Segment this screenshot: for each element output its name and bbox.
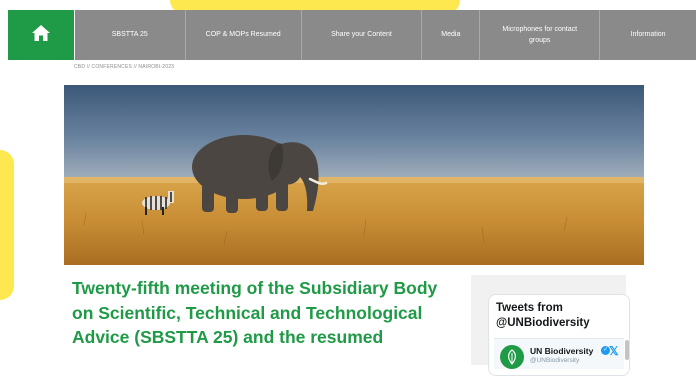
hero-image [64,85,644,265]
decorative-yellow-left [0,150,14,300]
account-avatar[interactable] [500,345,524,369]
nav-item-share-content[interactable]: Share your Content [302,10,423,60]
account-handle[interactable]: @UNBiodiversity [530,357,579,364]
nav-home-button[interactable] [8,10,75,60]
page-headline: Twenty-fifth meeting of the Subsidiary B… [72,278,438,347]
nav-item-information[interactable]: Information [600,10,696,60]
nav-item-cop-mops[interactable]: COP & MOPs Resumed [186,10,302,60]
main-navigation: SBSTTA 25 COP & MOPs Resumed Share your … [8,10,696,60]
account-name[interactable]: UN Biodiversity [530,346,593,356]
nav-item-media[interactable]: Media [422,10,481,60]
nav-item-microphones[interactable]: Microphones for contact groups [480,10,601,60]
nav-item-sbstta[interactable]: SBSTTA 25 [75,10,186,60]
breadcrumb: CBD // CONFERENCES // NAIROBI-2023 [74,64,175,70]
home-icon [31,24,51,47]
x-logo-icon[interactable]: 𝕏 [609,344,619,358]
timeline-scrollbar[interactable] [625,340,629,360]
twitter-timeline-title[interactable]: Tweets from @UNBiodiversity [496,301,616,331]
